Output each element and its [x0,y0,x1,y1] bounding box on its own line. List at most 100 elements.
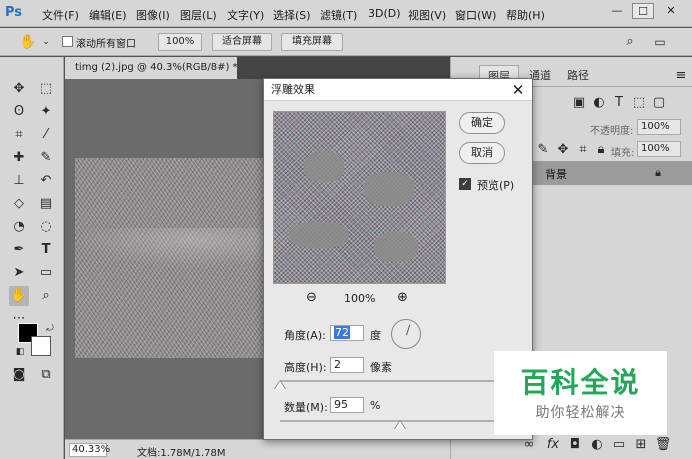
amount-label: 数量(M): [284,401,328,414]
workspace-icon[interactable]: ▭ [650,32,670,52]
angle-dial[interactable] [391,319,421,349]
zoom-tool-icon[interactable]: ⌕ [36,286,56,306]
zoom-in-icon[interactable]: ⊕ [397,290,408,305]
magic-wand-icon[interactable]: ✦ [36,102,56,122]
opacity-field[interactable]: 100% [637,119,681,135]
default-colors-icon[interactable]: ◧ [10,342,30,362]
minimize-button[interactable]: — [606,3,628,19]
zoom-level[interactable]: 40.33% [69,443,110,457]
adjustment-layer-icon[interactable]: ◐ [587,435,607,455]
new-layer-icon[interactable]: ⊞ [631,435,651,455]
height-slider-track[interactable] [280,380,500,382]
emboss-dialog: 浮雕效果 ✕ 确定 取消 ✓ 预览(P) ⊖ 100% ⊕ 角度(A): 72 … [263,78,533,440]
menu-edit[interactable]: 编辑(E) [89,7,127,23]
chevron-down-icon[interactable]: ⌄ [36,32,56,52]
preview-shape [374,232,418,262]
maximize-button[interactable]: ☐ [632,3,654,19]
menu-type[interactable]: 文字(Y) [227,7,264,23]
menu-layer[interactable]: 图层(L) [180,7,217,23]
gradient-tool-icon[interactable]: ▤ [36,194,56,214]
height-input[interactable]: 2 [330,357,364,373]
close-button[interactable]: ✕ [660,3,682,19]
search-icon[interactable]: ⌕ [620,32,640,52]
watermark-title: 百科全说 [520,366,641,399]
menu-filter[interactable]: 滤镜(T) [320,7,357,23]
amount-slider-track[interactable] [280,420,500,422]
background-color-swatch[interactable] [31,336,51,356]
hand-tool-preset-icon[interactable]: ✋ [18,32,38,52]
quick-mask-icon[interactable]: ◙ [9,365,29,385]
fx-icon[interactable]: fx [543,435,563,455]
lasso-tool-icon[interactable]: ʘ [9,102,29,122]
marquee-tool-icon[interactable]: ⬚ [36,79,56,99]
angle-unit: 度 [370,329,381,342]
amount-unit: % [370,399,381,412]
image-ridge [75,228,275,268]
panel-menu-icon[interactable]: ≡ [671,66,691,86]
menu-view[interactable]: 视图(V) [408,7,446,23]
status-bar: 40.33% 文档:1.78M/1.78M [65,439,450,459]
menu-file[interactable]: 文件(F) [42,7,79,23]
filter-image-icon[interactable]: ▣ [569,93,589,113]
dialog-close-icon[interactable]: ✕ [510,81,526,99]
clone-stamp-icon[interactable]: ⊥ [9,171,29,191]
filter-type-icon[interactable]: T [609,93,629,113]
menu-3d[interactable]: 3D(D) [368,7,401,20]
tools-panel: ✥ ⬚ ʘ ✦ ⌗ ⁄ ✚ ✎ ⊥ ↶ ◇ ▤ ◔ ◌ ✒ T ➤ ▭ ✋ ⌕ … [0,57,64,459]
dodge-tool-icon[interactable]: ◌ [36,217,56,237]
tab-paths[interactable]: 路径 [559,65,597,87]
screen-mode-icon[interactable]: ⧉ [36,365,56,385]
filter-shape-icon[interactable]: ⬚ [629,93,649,113]
eraser-icon[interactable]: ◇ [9,194,29,214]
filter-smart-icon[interactable]: ▢ [649,93,669,113]
preview-shape [304,152,344,182]
fill-field[interactable]: 100% [637,141,681,157]
history-brush-icon[interactable]: ↶ [36,171,56,191]
preview-label: 预览(P) [477,179,515,192]
lock-artboard-icon[interactable]: ⌗ [573,140,593,160]
amount-input[interactable]: 95 [330,397,364,413]
layer-lock-icon: 🔒︎ [655,166,661,179]
scroll-all-label: 滚动所有窗口 [76,39,136,50]
move-tool-icon[interactable]: ✥ [9,79,29,99]
hand-tool-icon[interactable]: ✋ [9,286,29,306]
zoom-out-icon[interactable]: ⊖ [306,290,317,305]
photoshop-logo: Ps [5,5,23,20]
amount-slider-thumb-fill [395,421,405,429]
fit-screen-button[interactable]: 适合屏幕 [212,33,272,51]
menu-help[interactable]: 帮助(H) [506,7,545,23]
fill-screen-button[interactable]: 填充屏幕 [281,33,343,51]
lock-all-icon[interactable]: 🔒︎ [591,140,611,160]
group-icon[interactable]: ▭ [609,435,629,455]
eyedropper-icon[interactable]: ⁄ [36,125,56,145]
brush-tool-icon[interactable]: ✎ [36,148,56,168]
zoom-100-button[interactable]: 100% [158,33,202,51]
menu-select[interactable]: 选择(S) [273,7,311,23]
angle-input[interactable]: 72 [330,325,364,341]
embossed-image [75,158,275,358]
path-select-icon[interactable]: ➤ [9,263,29,283]
document-tab[interactable]: timg (2).jpg @ 40.3%(RGB/8#) * [65,57,238,79]
delete-layer-icon[interactable]: 🗑︎ [653,435,673,455]
shape-tool-icon[interactable]: ▭ [36,263,56,283]
healing-brush-icon[interactable]: ✚ [9,148,29,168]
filter-preview[interactable] [273,111,446,284]
blur-tool-icon[interactable]: ◔ [9,217,29,237]
type-tool-icon[interactable]: T [36,240,56,260]
cancel-button[interactable]: 取消 [459,142,505,164]
swap-colors-icon[interactable]: ⤾ [40,319,60,339]
lock-pixels-icon[interactable]: ✎ [533,140,553,160]
menu-image[interactable]: 图像(I) [136,7,170,23]
add-mask-icon[interactable]: ◘ [565,435,585,455]
dialog-title: 浮雕效果 [271,83,315,96]
menu-window[interactable]: 窗口(W) [455,7,496,23]
ok-button[interactable]: 确定 [459,112,505,134]
scroll-all-checkbox[interactable] [62,36,73,47]
preview-checkbox[interactable]: ✓ [459,178,471,190]
crop-tool-icon[interactable]: ⌗ [9,125,29,145]
pen-tool-icon[interactable]: ✒ [9,240,29,260]
height-slider-thumb-fill [275,381,285,389]
menu-bar: Ps 文件(F) 编辑(E) 图像(I) 图层(L) 文字(Y) 选择(S) 滤… [0,0,692,27]
lock-position-icon[interactable]: ✥ [553,140,573,160]
filter-adjust-icon[interactable]: ◐ [589,93,609,113]
